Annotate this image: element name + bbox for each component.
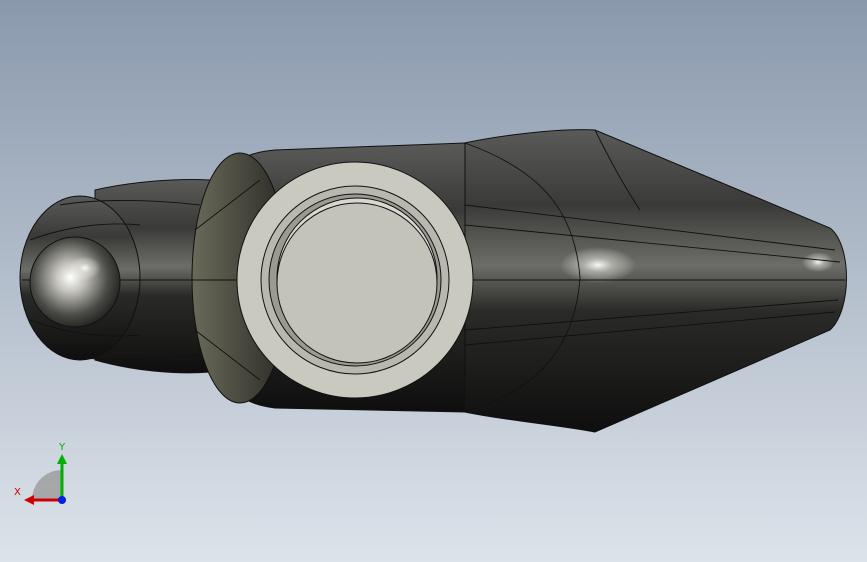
model-view[interactable] [0, 0, 867, 562]
cone-highlight [560, 247, 636, 283]
triad-plane [32, 470, 62, 500]
x-axis-label: X [14, 487, 21, 498]
ball-highlight [69, 256, 101, 280]
ball-tip [29, 236, 121, 328]
cone-highlight-2 [802, 252, 834, 272]
x-axis-arrow-icon [24, 495, 34, 505]
y-axis-arrow-icon [57, 454, 67, 464]
coordinate-triad: Y X [14, 442, 67, 505]
y-axis-label: Y [58, 442, 66, 453]
3d-viewport[interactable]: Y X [0, 0, 867, 562]
port-bore-floor[interactable] [276, 202, 438, 364]
z-axis-dot-icon [58, 496, 66, 504]
